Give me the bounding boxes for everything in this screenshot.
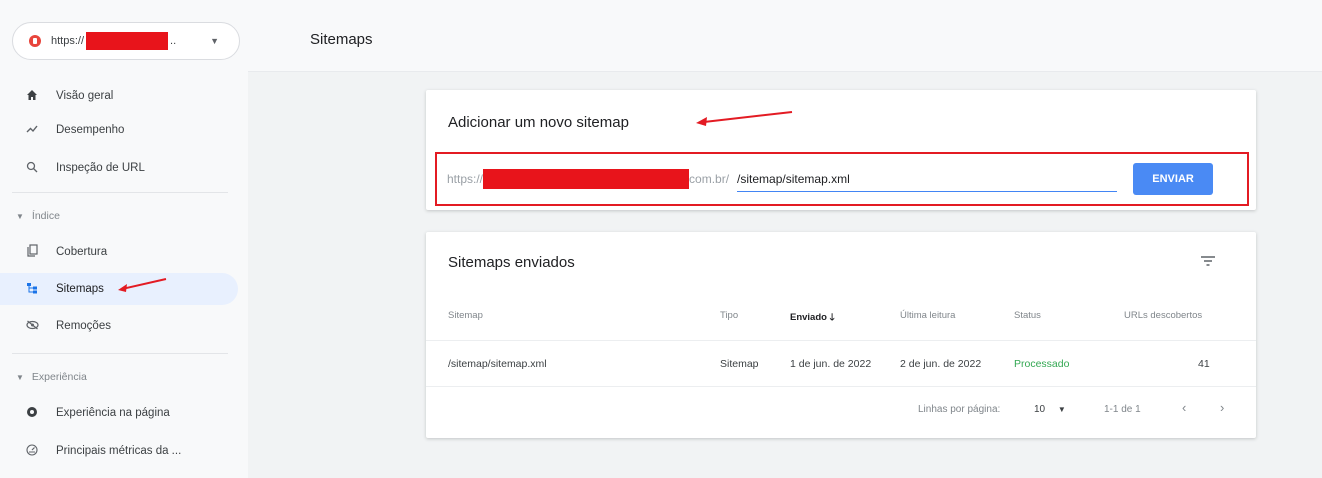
add-sitemap-title: Adicionar um novo sitemap	[448, 114, 629, 131]
sidebar-item-performance[interactable]: Desempenho	[0, 114, 238, 146]
submitted-sitemaps-title: Sitemaps enviados	[448, 254, 575, 271]
cell-type: Sitemap	[720, 358, 759, 370]
sidebar-item-coverage[interactable]: Cobertura	[0, 236, 238, 268]
cell-urls: 41	[1198, 358, 1210, 370]
submit-button[interactable]: ENVIAR	[1133, 163, 1214, 195]
column-header-status[interactable]: Status	[1014, 310, 1041, 321]
sidebar: https:// .. ▼ Visão geral Desempenho Ins…	[0, 0, 248, 478]
arrow-down-icon: 🡓	[829, 312, 835, 323]
chevron-down-icon: ▼	[210, 36, 219, 46]
section-index[interactable]: ▼ Índice	[16, 206, 60, 226]
chevron-right-icon[interactable]: ›	[1220, 400, 1224, 415]
redacted-block	[483, 169, 690, 189]
column-header-urls[interactable]: URLs descobertos	[1124, 310, 1202, 321]
column-header-submitted[interactable]: Enviado 🡓	[790, 310, 835, 326]
add-sitemap-card: Adicionar um novo sitemap https:// com.b…	[426, 90, 1256, 210]
sidebar-item-page-experience[interactable]: Experiência na página	[0, 397, 238, 429]
sidebar-divider	[12, 353, 228, 354]
page-header: Sitemaps	[248, 0, 1322, 72]
sidebar-item-label: Sitemaps	[56, 283, 104, 295]
cell-sitemap[interactable]: /sitemap/sitemap.xml	[448, 358, 547, 370]
chevron-down-icon: ▼	[16, 211, 24, 221]
sidebar-item-label: Cobertura	[56, 246, 108, 258]
chevron-down-icon: ▼	[16, 372, 24, 382]
sitemap-url-input[interactable]	[737, 166, 1118, 192]
sidebar-item-label: Principais métricas da ...	[56, 445, 182, 457]
home-icon	[24, 89, 40, 104]
sidebar-item-label: Remoções	[56, 320, 111, 332]
cell-last-read: 2 de jun. de 2022	[900, 358, 982, 370]
property-icon	[29, 35, 41, 47]
sidebar-item-label: Visão geral	[56, 90, 114, 102]
row-divider	[426, 340, 1256, 341]
cell-submitted: 1 de jun. de 2022	[790, 358, 872, 370]
chevron-down-icon: ▼	[1057, 405, 1066, 414]
main-content: Adicionar um novo sitemap https:// com.b…	[248, 72, 1322, 478]
search-icon	[24, 161, 40, 176]
sidebar-item-core-web-vitals[interactable]: Principais métricas da ...	[0, 435, 238, 467]
url-prefix: https:// com.br/	[447, 169, 729, 189]
rows-per-page-select[interactable]: 10 ▼	[1034, 404, 1066, 415]
chevron-left-icon[interactable]: ‹	[1182, 400, 1186, 415]
property-prefix: https://	[51, 35, 85, 47]
submitted-sitemaps-card: Sitemaps enviados Sitemap Tipo Enviado 🡓…	[426, 232, 1256, 438]
pagination-range: 1-1 de 1	[1104, 404, 1141, 415]
property-selector[interactable]: https:// .. ▼	[12, 22, 240, 60]
sitemap-url-row: https:// com.br/ ENVIAR	[435, 152, 1249, 206]
sidebar-item-label: Desempenho	[56, 124, 125, 136]
column-header-sitemap[interactable]: Sitemap	[448, 310, 483, 321]
rows-per-page-label: Linhas por página:	[918, 404, 1001, 415]
property-ellipsis: ..	[170, 35, 177, 47]
annotation-arrow	[696, 111, 793, 126]
trending-up-icon	[24, 123, 40, 137]
section-experience[interactable]: ▼ Experiência	[16, 367, 87, 387]
row-divider	[426, 386, 1256, 387]
sidebar-item-label: Inspeção de URL	[56, 162, 145, 174]
sidebar-item-url-inspection[interactable]: Inspeção de URL	[0, 152, 238, 184]
sidebar-divider	[12, 192, 228, 193]
gauge-icon	[24, 443, 40, 459]
filter-icon[interactable]	[1200, 254, 1216, 272]
page-experience-icon	[24, 406, 40, 421]
column-header-type[interactable]: Tipo	[720, 310, 738, 321]
redacted-block	[86, 32, 169, 50]
copy-icon	[24, 244, 40, 260]
sitemap-icon	[24, 282, 40, 297]
annotation-arrow	[118, 278, 167, 292]
eye-off-icon	[24, 319, 40, 333]
sidebar-item-label: Experiência na página	[56, 407, 170, 419]
sidebar-item-overview[interactable]: Visão geral	[0, 80, 238, 112]
page-title: Sitemaps	[310, 31, 373, 48]
cell-status: Processado	[1014, 358, 1070, 370]
column-header-last-read[interactable]: Última leitura	[900, 310, 955, 321]
sidebar-item-removals[interactable]: Remoções	[0, 310, 238, 342]
